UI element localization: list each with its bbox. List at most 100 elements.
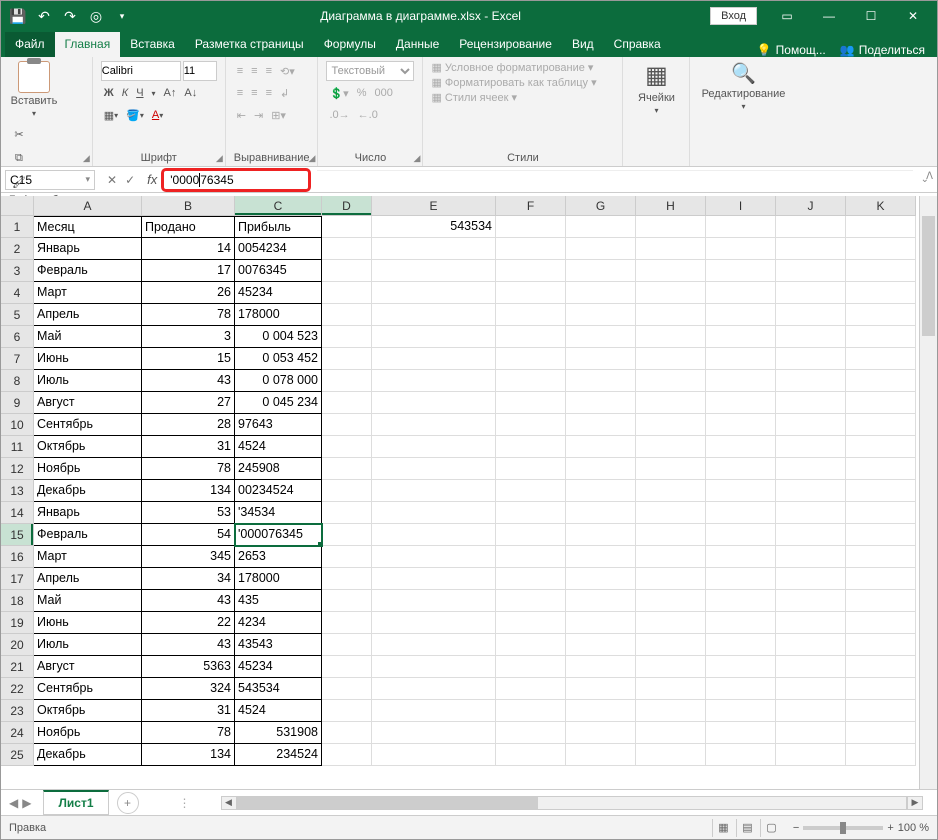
wrap-text-icon[interactable]: ↲	[277, 83, 292, 103]
cell[interactable]	[636, 348, 706, 370]
cell[interactable]	[372, 392, 496, 414]
cell[interactable]	[776, 700, 846, 722]
cell[interactable]	[706, 722, 776, 744]
cell[interactable]: 34	[142, 568, 235, 590]
cell[interactable]: 43	[142, 590, 235, 612]
launcher-icon[interactable]: ◢	[309, 153, 316, 164]
increase-decimal-icon[interactable]: .0→	[326, 105, 352, 125]
cell[interactable]	[496, 238, 566, 260]
cell[interactable]: Апрель	[34, 568, 142, 590]
tab-page-layout[interactable]: Разметка страницы	[185, 32, 314, 57]
cell[interactable]	[846, 304, 916, 326]
cell[interactable]	[566, 260, 636, 282]
cell[interactable]	[566, 700, 636, 722]
cell[interactable]: 0054234	[235, 238, 322, 260]
cell[interactable]: 134	[142, 744, 235, 766]
cell[interactable]	[496, 656, 566, 678]
cell[interactable]	[496, 546, 566, 568]
cell[interactable]	[322, 414, 372, 436]
outdent-icon[interactable]: ⇤	[234, 105, 249, 125]
conditional-formatting[interactable]: ▦ Условное форматирование ▾	[431, 61, 593, 74]
cell[interactable]	[846, 524, 916, 546]
cell[interactable]	[322, 282, 372, 304]
row-header[interactable]: 5	[1, 304, 34, 326]
row-header[interactable]: 14	[1, 502, 34, 524]
format-as-table[interactable]: ▦ Форматировать как таблицу ▾	[431, 76, 596, 89]
column-header[interactable]: H	[636, 196, 706, 216]
cell[interactable]	[636, 216, 706, 238]
cell[interactable]	[706, 458, 776, 480]
sign-in-button[interactable]: Вход	[710, 7, 757, 25]
cell[interactable]	[636, 722, 706, 744]
cell[interactable]	[372, 502, 496, 524]
cell[interactable]	[496, 612, 566, 634]
underline-button[interactable]: Ч	[133, 83, 146, 103]
cell[interactable]	[776, 304, 846, 326]
cell[interactable]	[372, 282, 496, 304]
zoom-out-button[interactable]: −	[793, 822, 799, 834]
cell[interactable]	[322, 634, 372, 656]
row-header[interactable]: 24	[1, 722, 34, 744]
cell[interactable]	[706, 480, 776, 502]
cell[interactable]	[846, 502, 916, 524]
cell[interactable]: Июль	[34, 370, 142, 392]
decrease-decimal-icon[interactable]: ←.0	[355, 105, 381, 125]
cell[interactable]	[496, 436, 566, 458]
cell[interactable]	[846, 392, 916, 414]
cell[interactable]	[636, 414, 706, 436]
cell[interactable]	[776, 744, 846, 766]
cell[interactable]	[372, 700, 496, 722]
cell[interactable]	[566, 392, 636, 414]
cell-styles[interactable]: ▦ Стили ячеек ▾	[431, 91, 517, 104]
row-header[interactable]: 23	[1, 700, 34, 722]
cell[interactable]: 3	[142, 326, 235, 348]
cells-area[interactable]: МесяцПроданоПрибыль543534Январь140054234…	[34, 216, 919, 789]
cell[interactable]	[496, 348, 566, 370]
cell[interactable]: Прибыль	[235, 216, 322, 238]
cell[interactable]: 31	[142, 700, 235, 722]
cell[interactable]	[322, 722, 372, 744]
orientation-icon[interactable]: ⟲▾	[277, 61, 298, 81]
cell[interactable]	[846, 612, 916, 634]
cell[interactable]	[846, 326, 916, 348]
cell[interactable]: Июль	[34, 634, 142, 656]
cell[interactable]	[846, 634, 916, 656]
cell[interactable]: 0076345	[235, 260, 322, 282]
cell[interactable]	[776, 436, 846, 458]
tab-formulas[interactable]: Формулы	[314, 32, 386, 57]
row-header[interactable]: 8	[1, 370, 34, 392]
column-header[interactable]: D	[322, 196, 372, 216]
cell[interactable]	[706, 656, 776, 678]
cell[interactable]: 14	[142, 238, 235, 260]
cell[interactable]	[776, 656, 846, 678]
copy-icon[interactable]: ⧉	[9, 148, 29, 168]
cell[interactable]: Март	[34, 546, 142, 568]
cell[interactable]	[372, 590, 496, 612]
grow-font-icon[interactable]: A↑	[161, 83, 180, 103]
add-sheet-button[interactable]: +	[117, 792, 139, 814]
cell[interactable]	[372, 612, 496, 634]
cell[interactable]: 78	[142, 458, 235, 480]
undo-icon[interactable]: ↶	[33, 5, 55, 27]
align-right-icon[interactable]: ≡	[263, 83, 275, 103]
cell[interactable]	[636, 436, 706, 458]
cell[interactable]: 4234	[235, 612, 322, 634]
cell[interactable]: Сентябрь	[34, 414, 142, 436]
paste-button[interactable]: Вставить▾	[9, 61, 59, 118]
cell[interactable]: 22	[142, 612, 235, 634]
cell[interactable]	[776, 370, 846, 392]
cell[interactable]: Июнь	[34, 348, 142, 370]
column-header[interactable]: F	[496, 196, 566, 216]
cell[interactable]	[776, 216, 846, 238]
cell[interactable]	[372, 304, 496, 326]
ribbon-display-icon[interactable]: ▭	[767, 1, 807, 31]
cell[interactable]	[496, 590, 566, 612]
cell[interactable]	[776, 502, 846, 524]
cell[interactable]	[636, 634, 706, 656]
cell[interactable]: Октябрь	[34, 700, 142, 722]
cell[interactable]	[496, 634, 566, 656]
cell[interactable]	[566, 414, 636, 436]
cell[interactable]	[372, 722, 496, 744]
cell[interactable]: 543534	[235, 678, 322, 700]
share-button[interactable]: 👥 Поделиться	[840, 43, 925, 57]
